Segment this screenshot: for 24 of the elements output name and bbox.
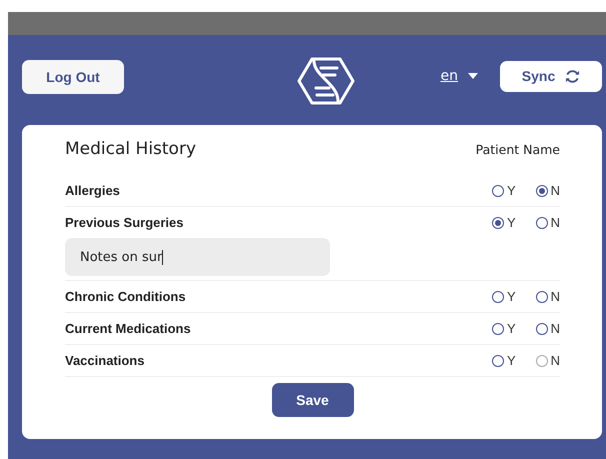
sync-button[interactable]: Sync — [500, 60, 602, 92]
caret-icon[interactable] — [468, 73, 478, 79]
radio-option[interactable]: Y — [492, 321, 516, 336]
save-button[interactable]: Save — [272, 383, 354, 417]
notes-field[interactable]: Notes on sur — [65, 238, 330, 276]
radio-option[interactable]: Y — [492, 215, 516, 230]
question-label: Current Medications — [65, 321, 191, 336]
radio-option[interactable]: N — [536, 183, 560, 198]
sync-icon — [565, 68, 580, 84]
form-title: Medical History — [65, 139, 196, 159]
log-out-button[interactable]: Log Out — [22, 60, 124, 94]
radio-option[interactable]: N — [536, 215, 560, 230]
helix-hexagon-logo-icon — [297, 56, 355, 106]
patient-name: Patient Name — [476, 142, 560, 157]
radio-option[interactable]: Y — [492, 289, 516, 304]
question-label: Vaccinations — [65, 353, 144, 368]
radio-option[interactable]: Y — [492, 353, 516, 368]
question-label: Previous Surgeries — [65, 215, 184, 230]
radio-option[interactable]: Y — [492, 183, 516, 198]
radio-option[interactable]: N — [536, 321, 560, 336]
question-label: Allergies — [65, 183, 120, 198]
language-selector[interactable]: en — [440, 68, 458, 84]
radio-option[interactable]: N — [536, 289, 560, 304]
question-label: Chronic Conditions — [65, 289, 186, 304]
